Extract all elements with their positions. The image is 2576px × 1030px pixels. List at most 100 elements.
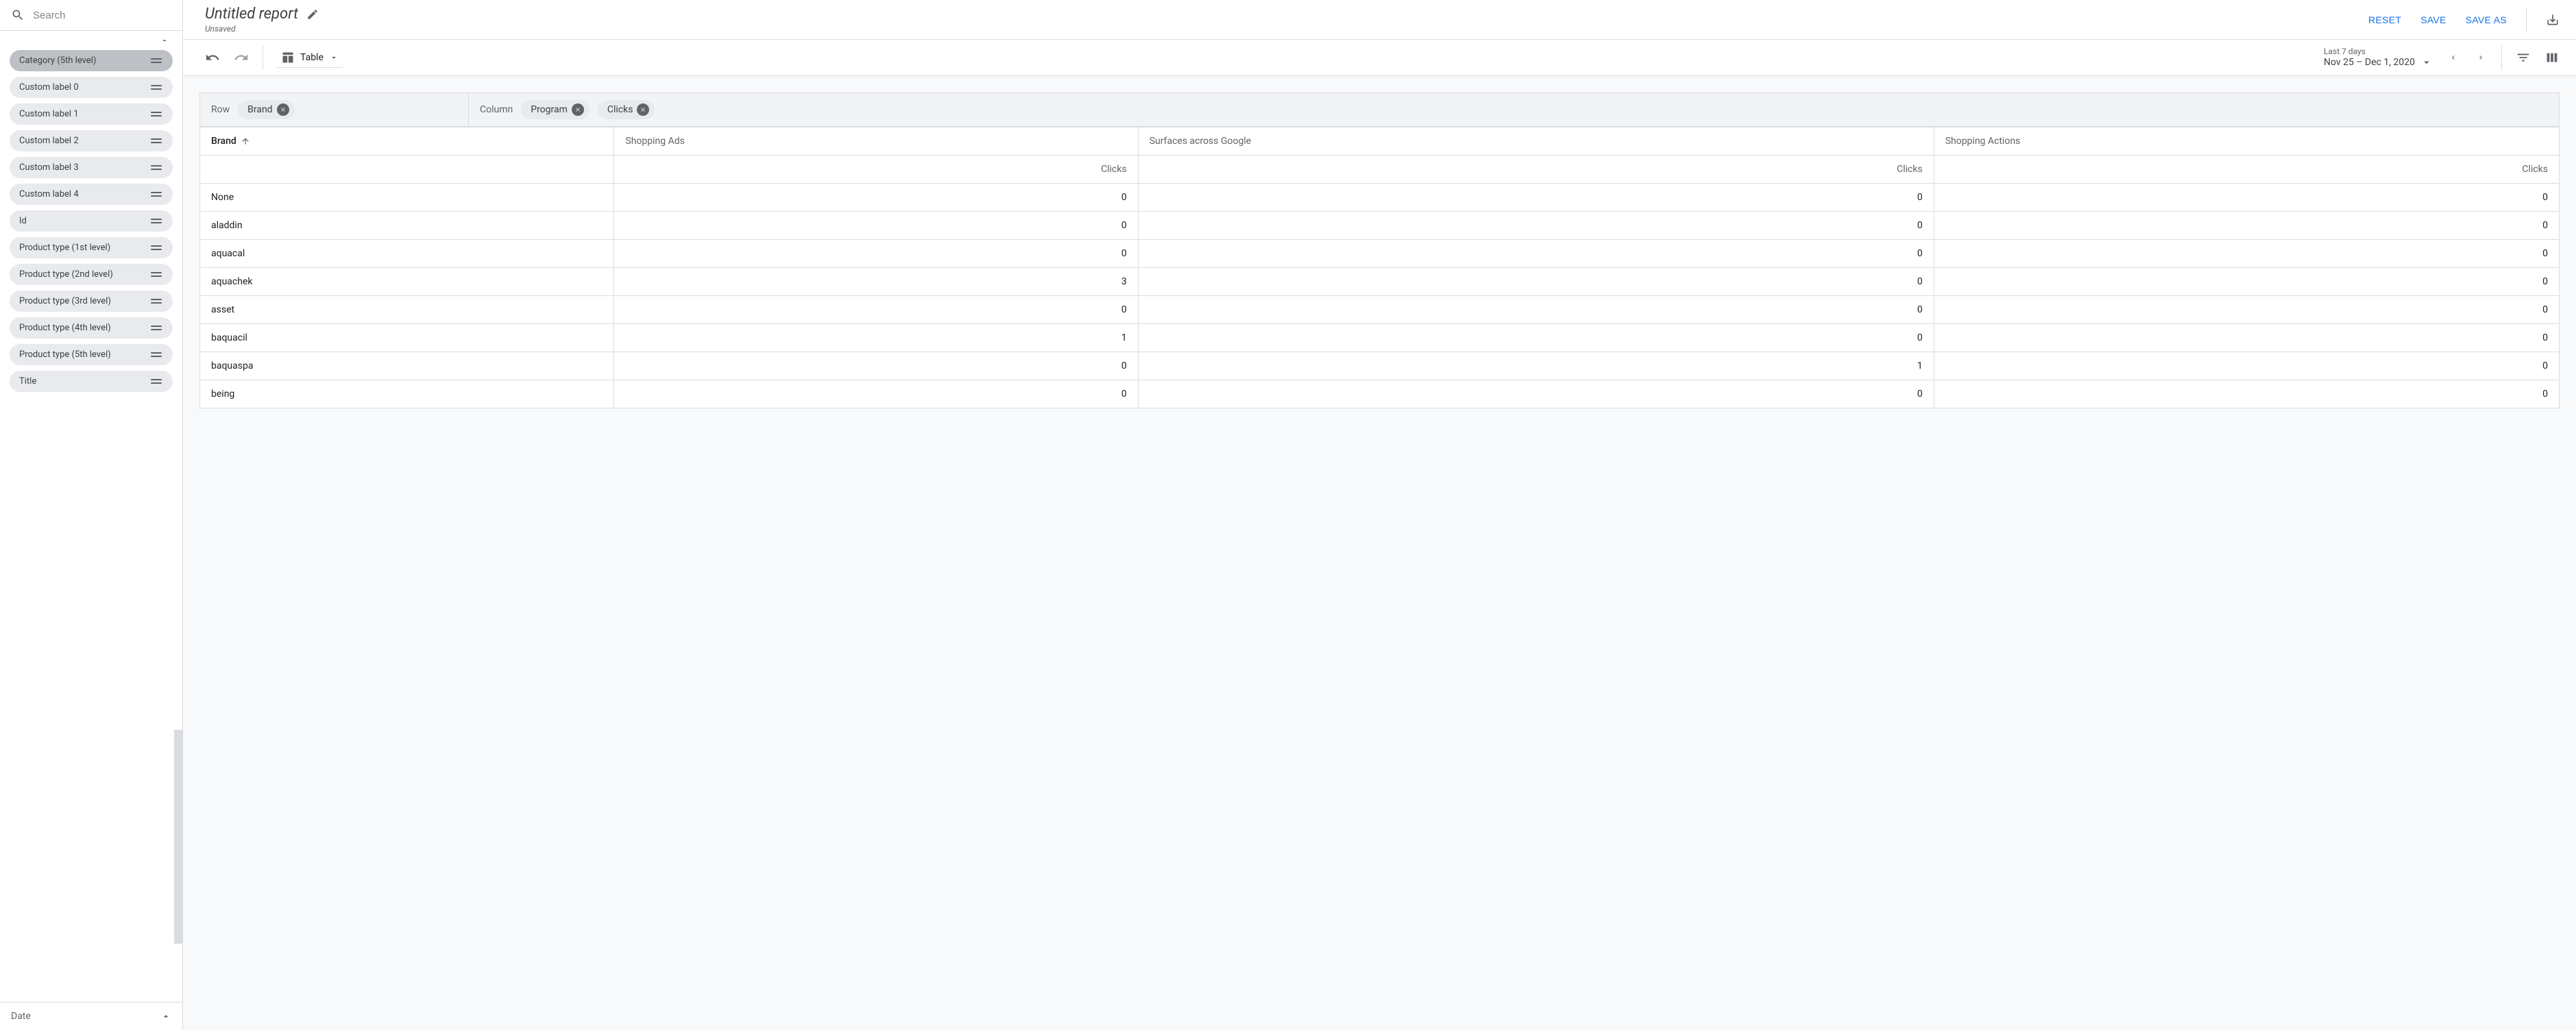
dimension-label: Product type (5th level) <box>19 350 111 360</box>
chip-remove-icon[interactable] <box>637 103 649 116</box>
column-header[interactable]: Surfaces across Google <box>1138 127 1934 156</box>
table-row[interactable]: aladdin000 <box>200 212 2560 240</box>
next-period-icon[interactable] <box>2474 51 2488 64</box>
column-config[interactable]: Column Program Clicks <box>469 93 2559 126</box>
scrollbar-thumb[interactable] <box>174 730 182 944</box>
column-label: Column <box>480 104 513 115</box>
prev-period-icon[interactable] <box>2446 51 2460 64</box>
filter-icon[interactable] <box>2516 50 2531 65</box>
drag-handle-icon[interactable] <box>149 245 163 250</box>
row-label: Row <box>211 104 230 115</box>
toolbar: Table Last 7 days Nov 25 – Dec 1, 2020 <box>183 39 2576 76</box>
dimension-label: Custom label 0 <box>19 82 79 93</box>
chart-type-selector[interactable]: Table <box>277 48 343 68</box>
undo-icon[interactable] <box>205 50 220 65</box>
date-range-picker[interactable]: Last 7 days Nov 25 – Dec 1, 2020 <box>2324 47 2433 69</box>
report-title[interactable]: Untitled report <box>205 5 298 23</box>
value-cell: 0 <box>1934 212 2559 240</box>
drag-handle-icon[interactable] <box>149 326 163 330</box>
chevron-down-icon <box>2420 56 2433 69</box>
sub-header: Clicks <box>614 156 1138 184</box>
columns-icon[interactable] <box>2544 50 2560 65</box>
drag-handle-icon[interactable] <box>149 219 163 223</box>
value-cell: 0 <box>1934 352 2559 380</box>
chart-type-label: Table <box>300 52 324 63</box>
brand-cell: being <box>200 380 614 408</box>
dimension-pill[interactable]: Product type (2nd level) <box>10 264 173 285</box>
chevron-down-icon <box>329 53 339 62</box>
value-cell: 0 <box>1138 380 1934 408</box>
dimension-pill[interactable]: Title <box>10 371 173 392</box>
dimension-list: Category (5th level) Custom label 0 Custom… <box>0 31 182 403</box>
drag-handle-icon[interactable] <box>149 352 163 357</box>
table-row[interactable]: None000 <box>200 184 2560 212</box>
brand-cell: None <box>200 184 614 212</box>
value-cell: 0 <box>614 352 1138 380</box>
divider <box>2501 45 2502 70</box>
brand-cell: aquachek <box>200 268 614 296</box>
sub-header-empty <box>200 156 614 184</box>
search-input[interactable] <box>33 10 171 21</box>
value-cell: 3 <box>614 268 1138 296</box>
value-cell: 0 <box>614 212 1138 240</box>
date-section[interactable]: Date <box>0 1002 182 1030</box>
dimension-pill[interactable]: Custom label 3 <box>10 157 173 178</box>
table-row[interactable]: being000 <box>200 380 2560 408</box>
column-header[interactable]: Shopping Ads <box>614 127 1138 156</box>
search-bar <box>0 0 182 31</box>
drag-handle-icon[interactable] <box>149 165 163 170</box>
dimension-pill[interactable]: Custom label 1 <box>10 103 173 125</box>
save-button[interactable]: SAVE <box>2420 14 2446 25</box>
chip-remove-icon[interactable] <box>277 103 289 116</box>
table-row[interactable]: asset000 <box>200 296 2560 324</box>
column-chip-clicks[interactable]: Clicks <box>598 100 655 119</box>
row-config[interactable]: Row Brand <box>200 93 469 126</box>
table-row[interactable]: aquacal000 <box>200 240 2560 268</box>
drag-handle-icon[interactable] <box>149 192 163 197</box>
value-cell: 0 <box>1934 184 2559 212</box>
value-cell: 0 <box>1138 212 1934 240</box>
column-chip-program[interactable]: Program <box>521 100 590 119</box>
table-row[interactable]: baquaspa010 <box>200 352 2560 380</box>
save-as-button[interactable]: SAVE AS <box>2466 14 2507 25</box>
value-cell: 0 <box>1934 380 2559 408</box>
drag-handle-icon[interactable] <box>149 272 163 277</box>
redo-icon[interactable] <box>234 50 249 65</box>
edit-icon[interactable] <box>306 8 319 21</box>
search-icon <box>11 8 25 22</box>
dimension-pill[interactable]: Id <box>10 210 173 232</box>
drag-handle-icon[interactable] <box>149 379 163 384</box>
table-row[interactable]: baquacil100 <box>200 324 2560 352</box>
dimension-label: Custom label 1 <box>19 109 79 119</box>
dimension-pill[interactable]: Product type (3rd level) <box>10 291 173 312</box>
drag-handle-icon[interactable] <box>149 112 163 117</box>
dimension-pill[interactable]: Custom label 0 <box>10 77 173 98</box>
drag-handle-icon[interactable] <box>149 299 163 304</box>
reset-button[interactable]: RESET <box>2368 14 2401 25</box>
dimension-pill[interactable]: Product type (1st level) <box>10 237 173 258</box>
drag-handle-icon[interactable] <box>149 58 163 63</box>
download-icon[interactable] <box>2546 13 2560 27</box>
dimension-pill[interactable]: Product type (4th level) <box>10 317 173 339</box>
brand-column-header[interactable]: Brand <box>200 127 614 156</box>
dimension-pill[interactable]: Product type (5th level) <box>10 344 173 365</box>
drag-handle-icon[interactable] <box>149 138 163 143</box>
dimension-pill[interactable]: Category (5th level) <box>10 50 173 71</box>
sub-header: Clicks <box>1138 156 1934 184</box>
chip-remove-icon[interactable] <box>572 103 584 116</box>
divider <box>2526 8 2527 32</box>
dimension-pill[interactable]: Custom label 4 <box>10 184 173 205</box>
value-cell: 0 <box>614 296 1138 324</box>
dimension-label: Id <box>19 216 27 226</box>
date-section-label: Date <box>11 1011 31 1022</box>
column-header[interactable]: Shopping Actions <box>1934 127 2559 156</box>
brand-cell: baquacil <box>200 324 614 352</box>
config-bar: Row Brand Column Program Clicks <box>199 93 2560 127</box>
brand-cell: asset <box>200 296 614 324</box>
collapse-caret[interactable] <box>10 36 173 47</box>
row-chip-brand[interactable]: Brand <box>238 100 294 119</box>
dimension-pill[interactable]: Custom label 2 <box>10 130 173 151</box>
dimension-label: Product type (3rd level) <box>19 296 111 306</box>
table-row[interactable]: aquachek300 <box>200 268 2560 296</box>
drag-handle-icon[interactable] <box>149 85 163 90</box>
